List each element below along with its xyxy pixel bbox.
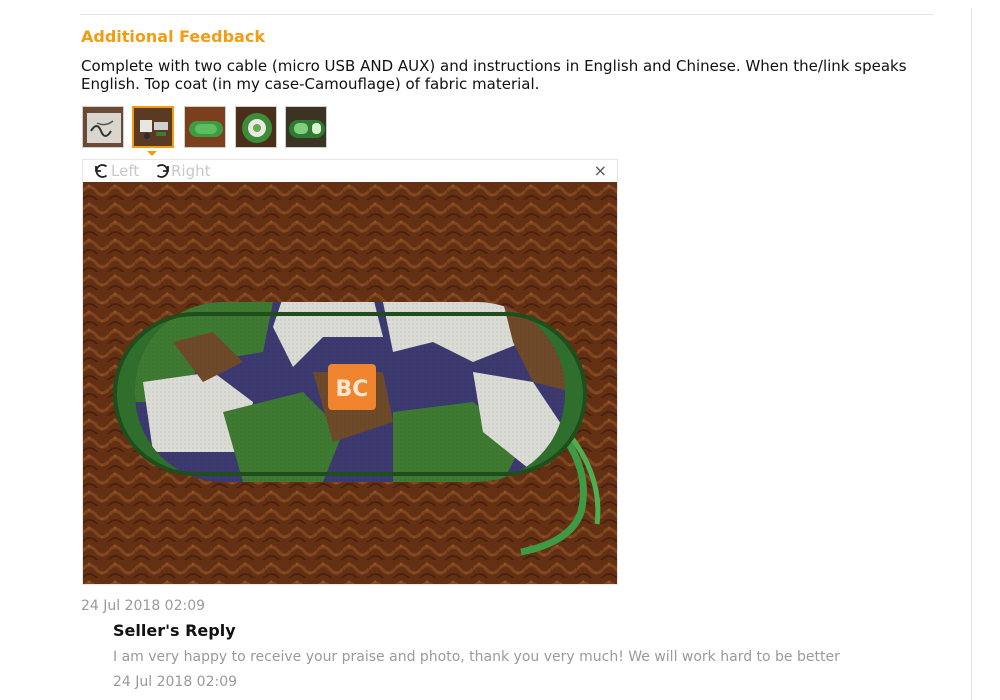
photo-thumbnail-3[interactable] [184, 106, 226, 148]
rotate-right-button[interactable]: Right [153, 161, 211, 181]
speaker-side-photo-thumbnail-icon [185, 107, 225, 147]
speaker-lit-photo-thumbnail-icon [286, 107, 326, 147]
rotate-left-icon [95, 164, 108, 178]
right-divider [971, 8, 972, 700]
rotate-right-icon [156, 164, 169, 178]
photo-viewer: Left Right × BC [82, 159, 618, 585]
seller-reply-date: 24 Jul 2018 02:09 [113, 674, 238, 690]
rotate-left-label: Left [111, 162, 140, 180]
close-viewer-button[interactable]: × [594, 162, 607, 180]
seller-reply-text: I am very happy to receive your praise a… [113, 649, 840, 665]
photo-thumbnail-4[interactable] [235, 106, 277, 148]
active-thumbnail-caret [147, 151, 157, 156]
photo-thumbnail-5[interactable] [285, 106, 327, 148]
viewer-toolbar: Left Right × [83, 160, 617, 182]
camouflage-speaker-photo-icon: BC [83, 182, 617, 584]
photo-thumbnail-2[interactable] [132, 106, 174, 148]
speaker-end-photo-thumbnail-icon [236, 107, 276, 147]
rotate-right-label: Right [171, 162, 211, 180]
feedback-photo: BC [83, 182, 617, 584]
cables-photo-thumbnail-icon [83, 107, 123, 147]
svg-text:BC: BC [336, 377, 369, 402]
rotate-left-button[interactable]: Left [93, 161, 139, 181]
section-title: Additional Feedback [81, 27, 265, 46]
photo-thumbnail-1[interactable] [82, 106, 124, 148]
feedback-date: 24 Jul 2018 02:09 [81, 598, 206, 614]
feedback-text: Complete with two cable (micro USB AND A… [81, 57, 907, 93]
top-divider [80, 14, 933, 15]
seller-reply-title: Seller's Reply [113, 621, 236, 640]
accessories-photo-thumbnail-icon [134, 108, 172, 146]
